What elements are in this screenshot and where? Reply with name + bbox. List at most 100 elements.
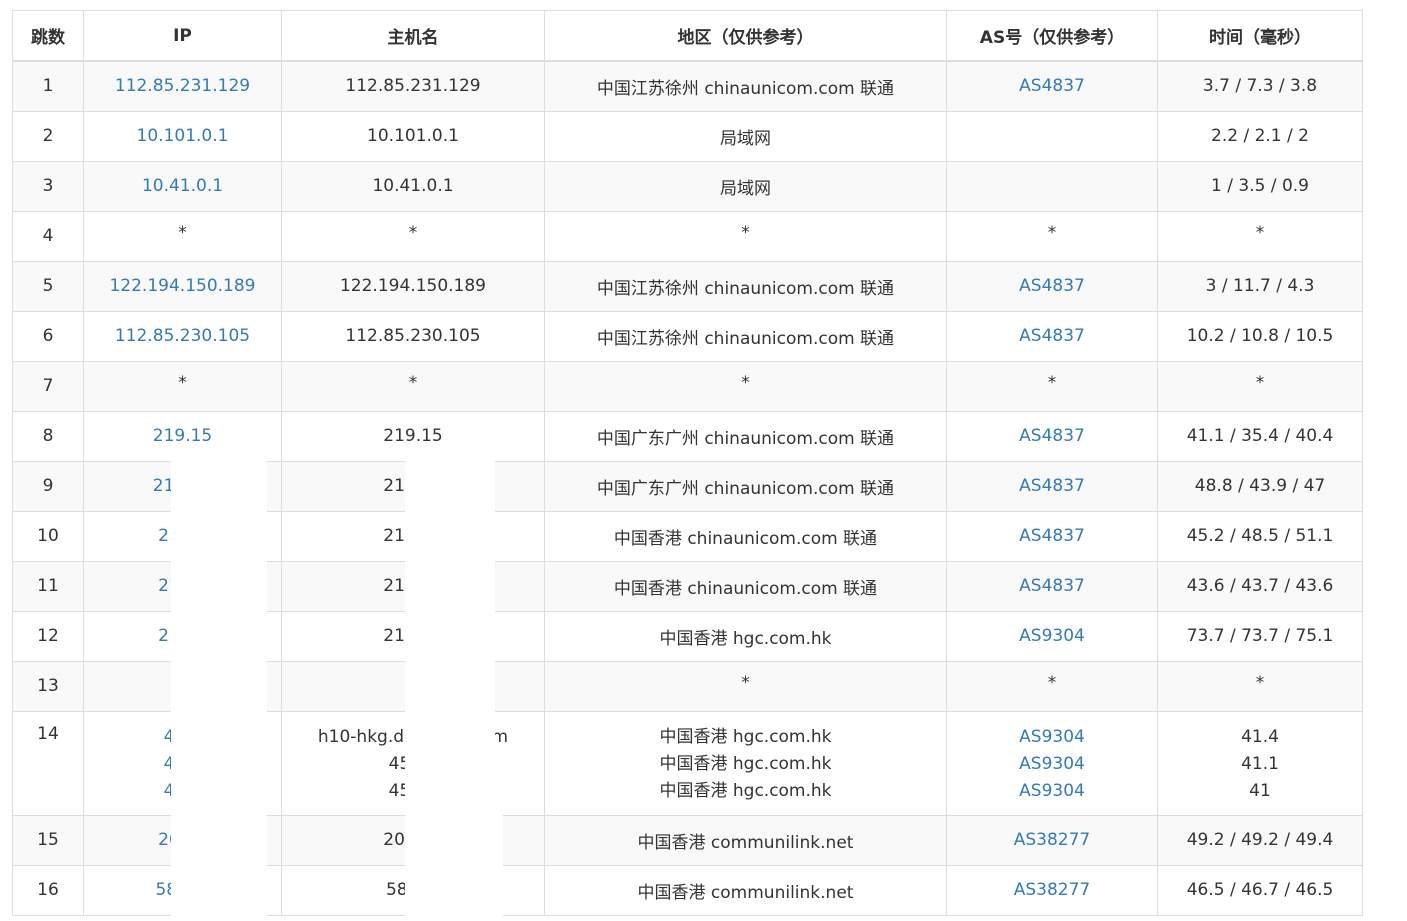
time-cell-text: * [1255,673,1265,693]
ip-cell: * [83,360,282,412]
region-cell-line: 中国香港 hgc.com.hk [659,780,832,801]
hop-cell-text: 9 [42,476,54,496]
time-cell-text: 43.6 / 43.7 / 43.6 [1186,576,1334,596]
redaction-mask-hostname-lower [405,749,503,921]
as-cell-text[interactable]: AS38277 [1014,830,1091,850]
ip-cell: 10.101.0.1 [83,110,282,162]
ip-cell: 112.85.231.129 [83,60,282,112]
hop-cell-text: 4 [42,226,54,246]
region-cell-text: 中国广东广州 chinaunicom.com 联通 [596,428,895,449]
as-cell: AS38277 [946,814,1158,866]
region-cell: 中国广东广州 chinaunicom.com 联通 [544,410,947,462]
hop-cell-text: 12 [37,626,59,646]
ip-cell-text[interactable]: 112.85.230.105 [115,326,250,346]
time-cell: * [1157,210,1363,262]
time-cell-text: 49.2 / 49.2 / 49.4 [1186,830,1334,850]
hop-cell-text: 8 [42,426,54,446]
as-cell-line[interactable]: AS9304 [951,778,1153,805]
table-row: 6 112.85.230.105 112.85.230.105 中国江苏徐州 chin… [12,310,1363,362]
hop-cell: 11 [12,560,84,612]
as-cell [946,160,1158,212]
time-cell-text: 3.7 / 7.3 / 3.8 [1202,76,1318,97]
col-header-as: AS号（仅供参考） [946,10,1158,62]
time-cell: 2.2 / 2.1 / 2 [1157,110,1363,162]
region-cell: 中国广东广州 chinaunicom.com 联通 [544,460,947,512]
hop-cell: 9 [12,460,84,512]
hop-cell: 12 [12,610,84,662]
as-cell: AS9304 AS9304 AS9304 [946,710,1158,816]
hop-cell: 3 [12,160,84,212]
hop-cell: 4 [12,210,84,262]
region-cell: 中国香港 hgc.com.hk 中国香港 hgc.com.hk 中国香港 hgc.c… [544,710,947,816]
time-cell-text: * [1255,373,1265,393]
table-header-row: 跳数 IP 主机名 地区（仅供参考） AS号（仅供参考） 时间（毫秒） [12,10,1363,62]
hop-cell: 6 [12,310,84,362]
region-cell-text: * [741,223,750,243]
as-cell-text[interactable]: AS4837 [1019,76,1085,96]
ip-cell-text[interactable]: 10.101.0.1 [137,126,229,146]
time-cell-text: 73.7 / 73.7 / 75.1 [1186,626,1334,646]
time-cell-text: 45.2 / 48.5 / 51.1 [1186,526,1334,546]
as-cell-line[interactable]: AS9304 [951,724,1153,751]
hop-cell-text: 7 [42,376,54,396]
region-cell-text: 中国香港 chinaunicom.com 联通 [613,578,878,599]
ip-cell-text[interactable]: 219.15 [153,426,212,446]
ip-cell: * [83,210,282,262]
table-row: 2 10.101.0.1 10.101.0.1 局域网 2.2 / 2.1 / 2 [12,110,1363,162]
as-cell: * [946,210,1158,262]
as-cell: * [946,360,1158,412]
as-cell: AS4837 [946,560,1158,612]
time-cell: 43.6 / 43.7 / 43.6 [1157,560,1363,612]
as-cell-line[interactable]: AS9304 [951,751,1153,778]
time-cell: 41.4 41.1 41 [1157,710,1363,816]
table-row: 8 219.15 219.15 中国广东广州 chinaunicom.com 联通 AS… [12,410,1363,462]
hop-cell: 10 [12,510,84,562]
hostname-cell-text: 219.15 [383,426,443,446]
hostname-cell-text: 10.41.0.1 [372,176,454,196]
col-header-time: 时间（毫秒） [1157,10,1363,62]
as-cell-text[interactable]: AS9304 [1019,626,1085,646]
time-cell-text: 1 / 3.5 / 0.9 [1211,176,1309,196]
ip-cell-text[interactable]: 122.194.150.189 [109,276,255,296]
hostname-cell-text: 112.85.231.129 [345,76,481,97]
as-cell-text[interactable]: AS4837 [1019,426,1085,446]
as-cell-text[interactable]: AS4837 [1019,276,1085,296]
table-row: 1 112.85.231.129 112.85.231.129 中国江苏徐州 chin… [12,60,1363,112]
as-cell-text[interactable]: AS4837 [1019,326,1085,346]
hop-cell: 1 [12,60,84,112]
time-cell-text: * [1255,223,1265,243]
hostname-cell: 10.41.0.1 [281,160,545,212]
hostname-cell-text: 112.85.230.105 [345,326,481,346]
time-cell-text: 10.2 / 10.8 / 10.5 [1186,326,1334,346]
redaction-mask-hostname [405,461,495,749]
hop-cell-text: 6 [42,326,54,346]
hop-cell-text: 15 [37,830,59,850]
as-cell: AS9304 [946,610,1158,662]
hostname-cell: * [281,210,545,262]
as-cell-text[interactable]: AS4837 [1019,476,1085,496]
region-cell-text: 中国江苏徐州 chinaunicom.com 联通 [596,278,895,299]
hop-cell-text: 14 [37,723,59,744]
as-cell-text[interactable]: AS38277 [1014,880,1091,900]
region-cell-text: 中国香港 chinaunicom.com 联通 [613,528,878,549]
as-cell-text[interactable]: AS4837 [1019,526,1085,546]
region-cell: 中国香港 chinaunicom.com 联通 [544,560,947,612]
as-cell: AS4837 [946,510,1158,562]
time-cell: 41.1 / 35.4 / 40.4 [1157,410,1363,462]
hop-cell: 14 [12,710,84,816]
hop-cell: 13 [12,660,84,712]
ip-cell-text[interactable]: 112.85.231.129 [115,76,250,96]
col-header-region: 地区（仅供参考） [544,10,947,62]
region-cell-text: 局域网 [720,178,771,199]
as-cell-text[interactable]: AS4837 [1019,576,1085,596]
hostname-cell: 112.85.231.129 [281,60,545,112]
hostname-cell-text: 122.194.150.189 [339,276,486,296]
time-cell-text: 3 / 11.7 / 4.3 [1205,276,1315,296]
as-cell-text: * [1047,223,1057,243]
redaction-mask-ip [171,461,267,921]
hop-cell: 2 [12,110,84,162]
as-cell: AS38277 [946,864,1158,916]
ip-cell-text[interactable]: 10.41.0.1 [142,176,223,196]
time-cell: 48.8 / 43.9 / 47 [1157,460,1363,512]
ip-cell: 219.15 [83,410,282,462]
